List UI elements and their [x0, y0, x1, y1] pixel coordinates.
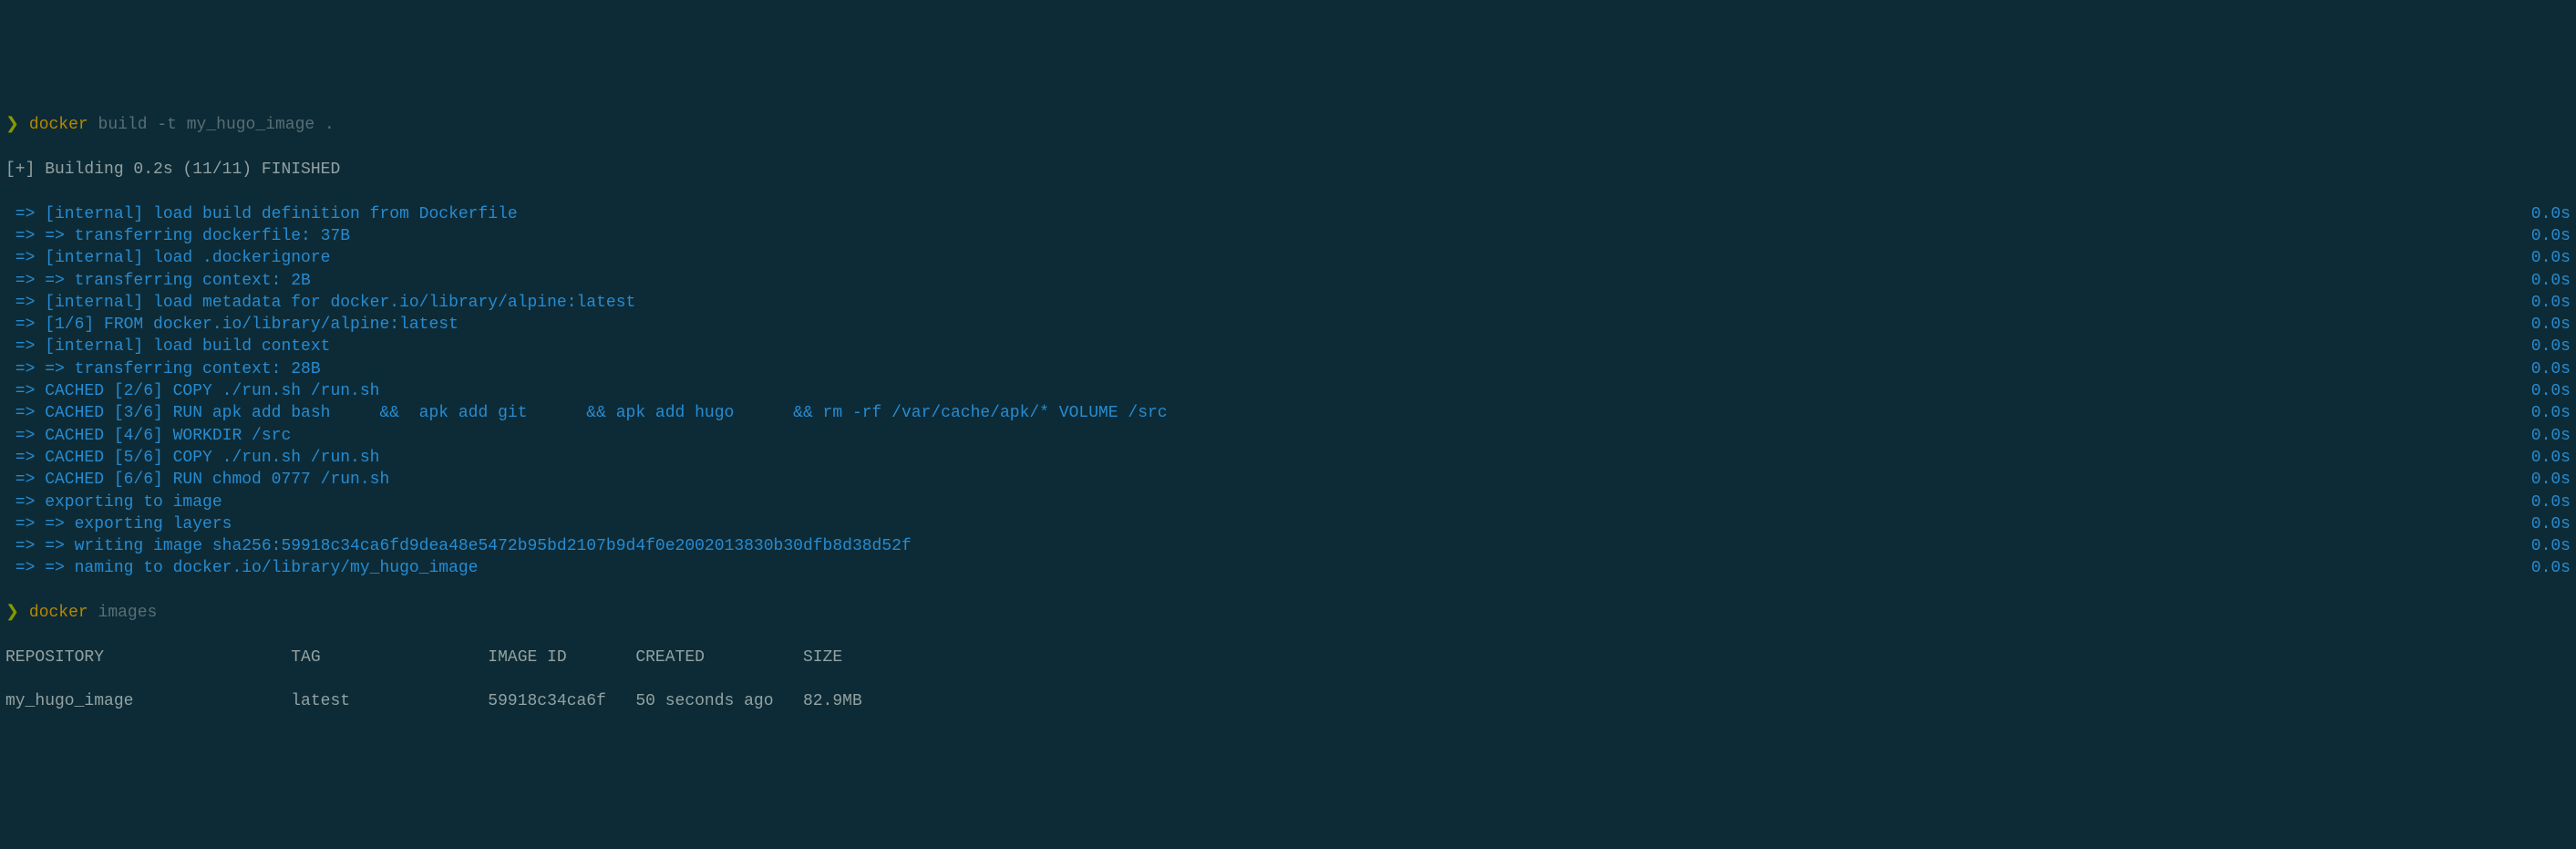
build-header: [+] Building 0.2s (11/11) FINISHED [5, 159, 2571, 181]
command-line-1: ❯ docker build -t my_hugo_image . [5, 114, 2571, 136]
build-step: => => exporting layers0.0s [5, 513, 2571, 535]
build-step: => => transferring context: 2B0.0s [5, 270, 2571, 292]
build-step: => CACHED [5/6] COPY ./run.sh /run.sh0.0… [5, 447, 2571, 469]
build-step: => CACHED [3/6] RUN apk add bash && apk … [5, 402, 2571, 424]
build-step: => exporting to image0.0s [5, 492, 2571, 513]
build-step: => => naming to docker.io/library/my_hug… [5, 557, 2571, 579]
command-line-2: ❯ docker images [5, 602, 2571, 624]
table-header: REPOSITORY TAG IMAGE ID CREATED SIZE [5, 647, 2571, 668]
build-step: => CACHED [4/6] WORKDIR /src0.0s [5, 425, 2571, 447]
build-step: => CACHED [2/6] COPY ./run.sh /run.sh0.0… [5, 380, 2571, 402]
table-row: my_hugo_image latest 59918c34ca6f 50 sec… [5, 690, 2571, 712]
terminal-output[interactable]: ❯ docker build -t my_hugo_image . [+] Bu… [5, 92, 2571, 735]
command-program: docker [29, 116, 88, 134]
build-step: => CACHED [6/6] RUN chmod 0777 /run.sh0.… [5, 469, 2571, 491]
build-step: => => writing image sha256:59918c34ca6fd… [5, 535, 2571, 557]
command-args: images [98, 604, 158, 622]
build-step: => => transferring context: 28B0.0s [5, 358, 2571, 380]
build-step: => [internal] load metadata for docker.i… [5, 292, 2571, 314]
build-step: => [internal] load .dockerignore0.0s [5, 247, 2571, 269]
command-args: build -t my_hugo_image . [98, 116, 335, 134]
command-program: docker [29, 604, 88, 622]
build-step: => [internal] load build context0.0s [5, 336, 2571, 357]
build-step: => [internal] load build definition from… [5, 203, 2571, 225]
prompt-caret: ❯ [5, 604, 19, 622]
prompt-caret: ❯ [5, 116, 19, 134]
build-step: => [1/6] FROM docker.io/library/alpine:l… [5, 314, 2571, 336]
build-step: => => transferring dockerfile: 37B0.0s [5, 225, 2571, 247]
